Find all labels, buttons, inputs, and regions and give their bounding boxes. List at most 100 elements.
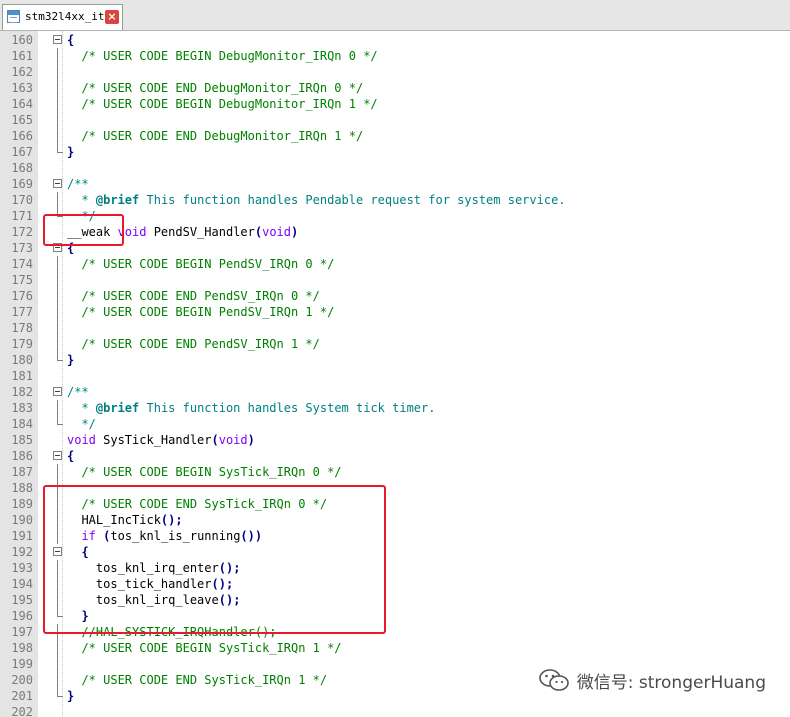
line-number: 167: [11, 145, 33, 159]
line-number: 171: [11, 209, 33, 223]
fold-toggle-icon[interactable]: [52, 384, 66, 400]
code-line: 171 */: [0, 208, 790, 224]
line-number: 194: [11, 577, 33, 591]
fold-line-icon: [52, 192, 66, 208]
code-text: }: [67, 689, 75, 703]
code-line: 177 /* USER CODE BEGIN PendSV_IRQn 1 */: [0, 304, 790, 320]
code-line: 197 //HAL_SYSTICK_IRQHandler();: [0, 624, 790, 640]
code-editor[interactable]: 160 {161 /* USER CODE BEGIN DebugMonitor_…: [0, 31, 790, 717]
code-text: */: [67, 417, 96, 431]
code-text: /* USER CODE BEGIN DebugMonitor_IRQn 0 *…: [67, 49, 378, 63]
code-text: {: [81, 545, 89, 559]
line-number: 193: [11, 561, 33, 575]
code-line: 180}: [0, 352, 790, 368]
fold-line-icon: [52, 400, 66, 416]
code-line: 195 tos_knl_irq_leave();: [0, 592, 790, 608]
code-text: {: [67, 241, 75, 255]
code-line: 185 void SysTick_Handler(void): [0, 432, 790, 448]
fold-line-icon: [52, 288, 66, 304]
fold-line-icon: [52, 336, 66, 352]
fold-line-icon: [52, 592, 66, 608]
code-text: if (tos_knl_is_running()): [81, 529, 263, 543]
fold-line-icon: [52, 608, 66, 624]
code-line: 173 {: [0, 240, 790, 256]
code-text: __weak void PendSV_Handler(void): [67, 225, 299, 239]
fold-line-icon: [52, 656, 66, 672]
line-number: 189: [11, 497, 33, 511]
line-number: 202: [11, 705, 33, 717]
close-icon[interactable]: ×: [105, 10, 119, 24]
fold-toggle-icon[interactable]: [52, 448, 66, 464]
line-number: 160: [11, 33, 33, 47]
file-icon: [7, 10, 20, 23]
code-line: 165: [0, 112, 790, 128]
watermark: 微信号: strongerHuang: [536, 666, 766, 694]
line-number: 181: [11, 369, 33, 383]
code-line: 161 /* USER CODE BEGIN DebugMonitor_IRQn…: [0, 48, 790, 64]
tab-stm32l4xx-it-c[interactable]: stm32l4xx_it.c ×: [2, 4, 123, 30]
fold-line-icon: [52, 144, 66, 160]
code-text: */: [67, 209, 96, 223]
line-number: 172: [11, 225, 33, 239]
fold-toggle-icon[interactable]: [52, 32, 66, 48]
fold-line-icon: [52, 112, 66, 128]
fold-line-icon: [52, 496, 66, 512]
code-text: tos_knl_irq_enter();: [67, 561, 241, 575]
code-line: 188: [0, 480, 790, 496]
code-text: }: [67, 145, 75, 159]
fold-toggle-icon[interactable]: [52, 176, 66, 192]
line-number: 164: [11, 97, 33, 111]
code-text: /* USER CODE END PendSV_IRQn 1 */: [67, 337, 320, 351]
line-number: 183: [11, 401, 33, 415]
code-text: /* USER CODE BEGIN PendSV_IRQn 0 */: [67, 257, 335, 271]
fold-toggle-icon[interactable]: [52, 240, 66, 256]
fold-line-icon: [52, 272, 66, 288]
fold-toggle-icon[interactable]: [52, 544, 66, 560]
fold-line-icon: [52, 64, 66, 80]
fold-line-icon: [52, 416, 66, 432]
code-text: {: [67, 449, 75, 463]
code-text: tos_knl_irq_leave();: [67, 593, 241, 607]
line-number: 178: [11, 321, 33, 335]
fold-line-icon: [52, 352, 66, 368]
code-text: * @brief This function handles System ti…: [67, 401, 436, 415]
line-number: 201: [11, 689, 33, 703]
fold-line-icon: [52, 576, 66, 592]
line-number: 192: [11, 545, 33, 559]
line-number: 199: [11, 657, 33, 671]
fold-line-icon: [52, 208, 66, 224]
line-number: 168: [11, 161, 33, 175]
fold-line-icon: [52, 320, 66, 336]
fold-line-icon: [52, 128, 66, 144]
line-number: 195: [11, 593, 33, 607]
line-number: 170: [11, 193, 33, 207]
fold-line-icon: [52, 624, 66, 640]
code-line: 189 /* USER CODE END SysTick_IRQn 0 */: [0, 496, 790, 512]
fold-line-icon: [52, 80, 66, 96]
code-text: }: [67, 353, 75, 367]
fold-line-icon: [52, 96, 66, 112]
watermark-text: 微信号: strongerHuang: [576, 672, 766, 693]
code-line: 183 * @brief This function handles Syste…: [0, 400, 790, 416]
code-line: 175: [0, 272, 790, 288]
code-line: 186 {: [0, 448, 790, 464]
code-text: /* USER CODE BEGIN PendSV_IRQn 1 */: [67, 305, 335, 319]
code-line: 194 tos_tick_handler();: [0, 576, 790, 592]
code-line: 202: [0, 704, 790, 717]
code-line: 178: [0, 320, 790, 336]
fold-line-icon: [52, 512, 66, 528]
code-line: 196 }: [0, 608, 790, 624]
line-number: 186: [11, 449, 33, 463]
fold-line-icon: [52, 640, 66, 656]
code-text: * @brief This function handles Pendable …: [67, 193, 566, 207]
fold-line-icon: [52, 256, 66, 272]
code-text: /**: [67, 177, 89, 191]
code-text: /* USER CODE END SysTick_IRQn 1 */: [67, 673, 328, 687]
fold-line-icon: [52, 672, 66, 688]
line-number: 179: [11, 337, 33, 351]
code-text: void SysTick_Handler(void): [67, 433, 255, 447]
code-text: HAL_IncTick();: [67, 513, 183, 527]
line-number: 185: [11, 433, 33, 447]
code-line: 181: [0, 368, 790, 384]
line-number: 184: [11, 417, 33, 431]
